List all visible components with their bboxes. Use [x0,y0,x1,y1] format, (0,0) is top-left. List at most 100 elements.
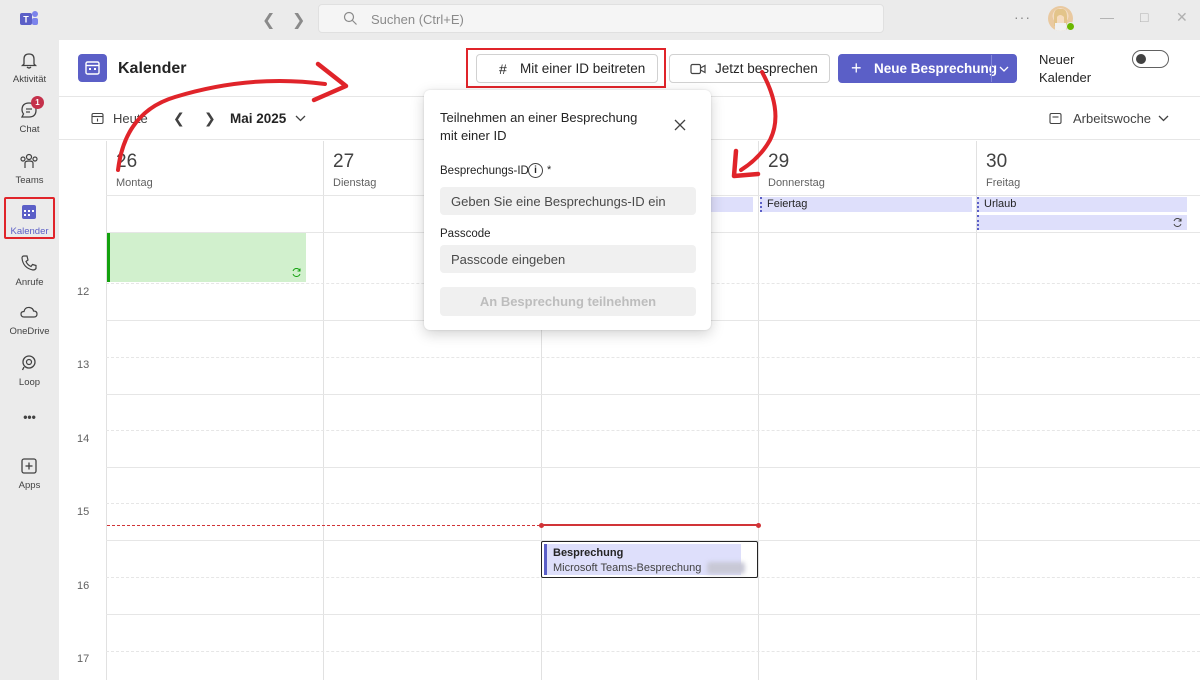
rail-label: Aktivität [12,74,47,85]
rail-item-chat[interactable]: 1 Chat [0,96,59,144]
hour-label: 14 [77,433,90,445]
calendar-event-meeting[interactable]: Besprechung Microsoft Teams-Besprechung [541,541,758,578]
app-rail: Aktivität 1 Chat Teams Kalender Anrufe O… [0,40,59,680]
meet-now-label: Jetzt besprechen [715,61,818,76]
close-window-icon[interactable]: ✕ [1176,9,1188,26]
join-by-id-dialog: Teilnehmen an einer Besprechung mit eine… [424,90,711,330]
next-week-icon[interactable]: ❯ [204,110,216,127]
phone-icon [21,255,37,271]
rail-label: Anrufe [15,277,44,288]
plus-icon: + [851,58,862,78]
hour-label: 13 [77,359,90,371]
search-input[interactable]: Suchen (Ctrl+E) [318,4,884,33]
day-name: Dienstag [333,177,377,189]
back-icon[interactable]: ❮ [262,10,275,30]
new-calendar-toggle[interactable] [1132,50,1169,68]
rail-item-apps[interactable]: Apps [0,452,59,500]
teams-icon [20,153,38,168]
view-selector[interactable]: Arbeitswoche [1073,111,1151,126]
grid-half-hour-line [106,430,1200,431]
page-title: Kalender [118,60,187,77]
rail-label: Teams [15,175,44,186]
view-chevron-down-icon[interactable] [1158,115,1169,122]
meeting-id-field[interactable] [440,187,696,215]
calendar-app-icon [78,54,107,82]
bell-icon [20,53,38,69]
month-label[interactable]: Mai 2025 [230,111,286,126]
all-day-event-holiday[interactable]: Feiertag [760,197,972,212]
loop-icon [21,355,36,371]
prev-week-icon[interactable]: ❮ [173,110,185,127]
cloud-icon [20,306,38,318]
event-title: Besprechung [553,547,624,559]
annotation-highlight-join-id [466,48,666,88]
new-meeting-label: Neue Besprechung [874,61,998,76]
day-number[interactable]: 27 [333,151,354,173]
maximize-icon[interactable]: □ [1140,9,1148,25]
forward-icon[interactable]: ❯ [292,10,305,30]
passcode-field[interactable] [440,245,696,273]
meet-now-button[interactable]: Jetzt besprechen [669,54,830,83]
day-number[interactable]: 26 [116,151,137,173]
info-icon[interactable]: i [528,163,543,178]
rail-item-activity[interactable]: Aktivität [0,46,59,94]
rail-label: Apps [18,480,41,491]
all-day-event-vacation-recurring[interactable] [977,215,1187,230]
join-meeting-button[interactable]: An Besprechung teilnehmen [440,287,696,316]
view-icon [1049,112,1062,125]
all-day-event-partial[interactable] [709,197,753,212]
hour-label: 12 [77,286,90,298]
dialog-title: Teilnehmen an einer Besprechung mit eine… [440,110,638,143]
current-time-dot [756,522,761,528]
grid-half-hour-line [106,503,1200,504]
rail-item-teams[interactable]: Teams [0,147,59,195]
today-calendar-icon [91,112,104,125]
all-day-event-vacation[interactable]: Urlaub [977,197,1187,212]
hour-label: 15 [77,506,90,518]
rail-label: Chat [19,124,40,135]
meeting-id-label: Besprechungs-ID [440,165,529,177]
grid-line [106,467,1200,468]
new-calendar-label: Neuer Kalender [1039,52,1092,85]
title-bar: T ❮ ❯ Suchen (Ctrl+E) ··· — □ ✕ [0,0,1200,40]
chat-badge: 1 [31,96,44,109]
chevron-down-icon[interactable] [999,66,1009,73]
video-camera-icon [690,63,706,75]
grid-line [758,141,759,680]
rail-item-calls[interactable]: Anrufe [0,249,59,297]
event-title: Feiertag [767,198,808,210]
minimize-icon[interactable]: — [1100,9,1114,25]
teams-logo-icon: T [20,11,38,25]
required-asterisk: * [547,164,552,176]
svg-text:T: T [23,15,29,25]
rail-item-onedrive[interactable]: OneDrive [0,298,59,346]
day-name: Freitag [986,177,1021,189]
calendar-event-green[interactable] [107,233,306,282]
hour-label: 16 [77,580,90,592]
recurring-icon [292,267,301,278]
event-body: Besprechung Microsoft Teams-Besprechung [544,544,745,575]
event-title: Urlaub [984,198,1017,210]
current-time-indicator [107,525,540,526]
more-options-icon[interactable]: ··· [1014,9,1031,25]
month-chevron-down-icon[interactable] [295,115,306,122]
grid-line [106,141,107,680]
rail-item-more[interactable]: ••• [0,410,59,432]
rail-item-loop[interactable]: Loop [0,349,59,397]
recurring-icon [1173,217,1182,228]
event-subtitle: Microsoft Teams-Besprechung [553,562,702,574]
grid-line [106,394,1200,395]
day-number[interactable]: 29 [768,151,789,173]
passcode-label: Passcode [440,228,491,240]
apps-icon [21,458,37,474]
day-number[interactable]: 30 [986,151,1007,173]
day-name: Montag [116,177,153,189]
new-meeting-button[interactable]: + Neue Besprechung [838,54,1017,83]
rail-label: Loop [18,377,41,388]
rail-label: OneDrive [9,326,50,337]
today-button[interactable]: Heute [113,111,148,126]
day-name: Donnerstag [768,177,825,189]
grid-line [323,141,324,680]
close-icon[interactable] [673,118,687,132]
presence-available-icon [1066,22,1075,31]
